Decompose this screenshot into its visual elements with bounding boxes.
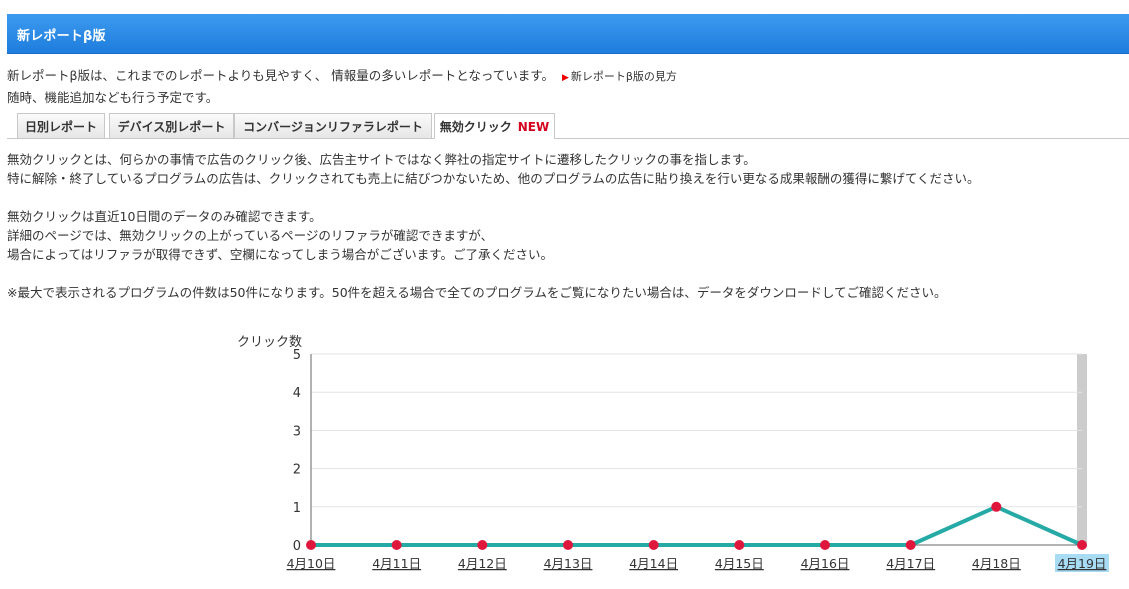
- x-tick-label: 4月14日: [629, 556, 678, 571]
- series-line: [311, 504, 1083, 547]
- x-tick-label: 4月12日: [458, 556, 507, 571]
- description-line-2: 特に解除・終了しているプログラムの広告は、クリックされても売上に結びつかないため…: [7, 171, 980, 186]
- guide-link-label: 新レポートβ版の見方: [570, 70, 677, 83]
- x-tick-label: 4月10日: [287, 556, 336, 571]
- y-tick-label: 5: [293, 348, 301, 363]
- tab-label: 無効クリック: [439, 120, 512, 134]
- new-badge: NEW: [517, 119, 550, 134]
- description-line-5: 場合によってはリファラが取得できず、空欄になってしまう場合がございます。ご了承く…: [7, 247, 554, 262]
- x-tick-label: 4月11日: [372, 556, 421, 571]
- page-title: 新レポートβ版: [17, 29, 106, 44]
- data-period-text: 無効クリックは直近10日間のデータのみ確認できます。 詳細のページでは、無効クリ…: [7, 207, 553, 264]
- tab-label: デバイス別レポート: [117, 119, 226, 134]
- x-tick-label: 4月13日: [544, 556, 593, 571]
- y-tick-label: 1: [293, 501, 301, 516]
- y-tick-label: 3: [293, 424, 301, 439]
- report-tabs: 日別レポート デバイス別レポート コンバージョンリファラレポート 無効クリック N…: [7, 113, 1129, 139]
- tab-label: 日別レポート: [24, 119, 97, 134]
- tab-device-report[interactable]: デバイス別レポート: [109, 113, 234, 138]
- tab-label: コンバージョンリファラレポート: [243, 119, 423, 134]
- y-tick-label: 2: [293, 463, 301, 478]
- data-point: [563, 540, 573, 550]
- limit-note: ※最大で表示されるプログラムの件数は50件になります。50件を超える場合で全ての…: [7, 285, 947, 300]
- description-line-1: 無効クリックとは、何らかの事情で広告のクリック後、広告主サイトではなく弊社の指定…: [7, 152, 756, 167]
- tab-daily-report[interactable]: 日別レポート: [17, 113, 105, 138]
- highlight-bar: [1077, 354, 1087, 545]
- chart-canvas: 0 1 2 3 4 5 4月10日 4月11日 4月12日 4月13日 4月14日 4月15日 4月16…: [287, 348, 1109, 572]
- data-point: [991, 501, 1002, 512]
- invalid-click-chart: クリック数 0 1 2 3 4 5 4月10日 4月11日 4月12日 4月13日 4月14日 4月1…: [0, 320, 1129, 589]
- x-tick-label: 4月19日: [1058, 556, 1107, 571]
- tab-invalid-click[interactable]: 無効クリック NEW: [434, 113, 555, 139]
- data-point: [648, 540, 659, 550]
- data-point: [734, 540, 745, 550]
- data-point: [306, 540, 316, 550]
- triangle-right-icon: ▶: [561, 73, 569, 83]
- data-point: [477, 540, 488, 550]
- data-point: [1077, 540, 1087, 550]
- description-text: 無効クリックとは、何らかの事情で広告のクリック後、広告主サイトではなく弊社の指定…: [7, 150, 980, 188]
- data-point: [391, 540, 402, 550]
- x-tick-label: 4月15日: [715, 556, 764, 571]
- intro-text: 新レポートβ版は、これまでのレポートよりも見やすく、 情報量の多いレポートとなっ…: [7, 66, 677, 107]
- x-tick-label: 4月17日: [886, 556, 935, 571]
- guide-link[interactable]: ▶ 新レポートβ版の見方: [562, 70, 677, 83]
- description-line-3: 無効クリックは直近10日間のデータのみ確認できます。: [7, 209, 322, 224]
- tab-conversion-referrer-report[interactable]: コンバージョンリファラレポート: [234, 113, 432, 138]
- page-header: 新レポートβ版: [7, 14, 1129, 54]
- data-point: [820, 540, 830, 550]
- y-tick-label: 4: [293, 386, 301, 401]
- intro-line-2: 随時、機能追加なども行う予定です。: [7, 90, 219, 105]
- y-tick-label: 0: [293, 539, 301, 554]
- intro-line-1: 新レポートβ版は、これまでのレポートよりも見やすく、 情報量の多いレポートとなっ…: [7, 68, 554, 83]
- x-tick-label: 4月16日: [801, 556, 850, 571]
- description-line-4: 詳細のページでは、無効クリックの上がっているページのリファラが確認できますが、: [7, 228, 494, 243]
- data-point: [905, 540, 916, 550]
- x-tick-label: 4月18日: [972, 556, 1021, 571]
